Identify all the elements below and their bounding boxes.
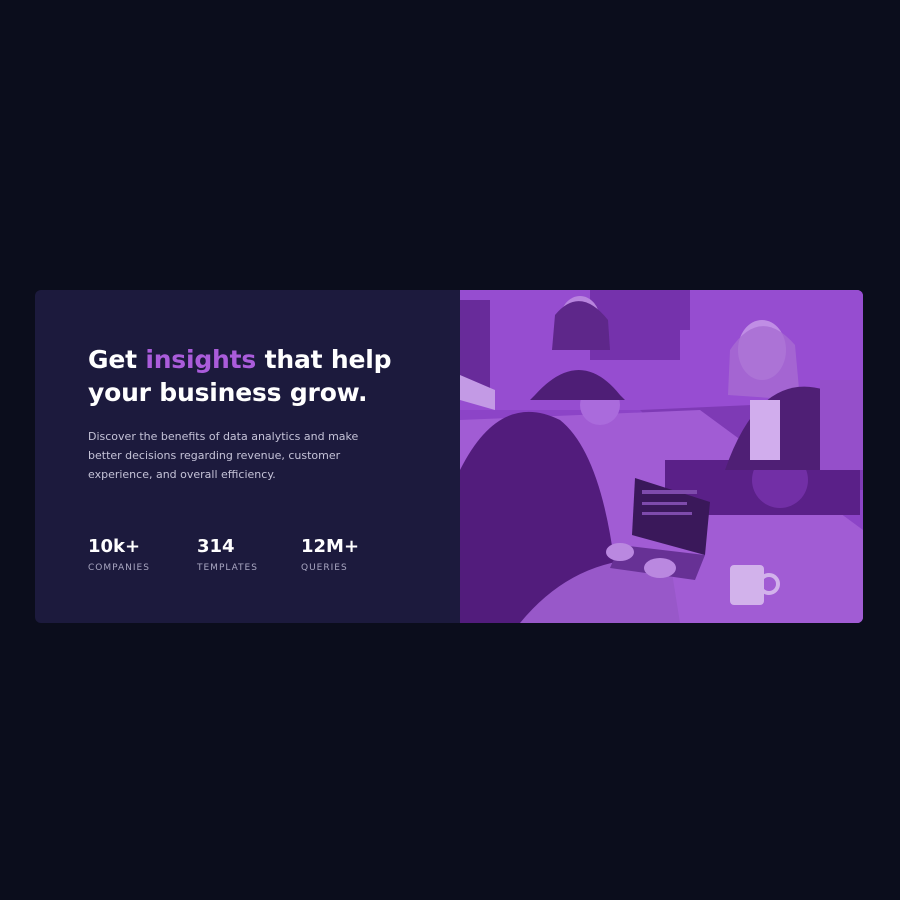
headline-accent: insights bbox=[145, 345, 257, 374]
stats-list: 10k+ COMPANIES 314 TEMPLATES 12M+ QUERIE… bbox=[88, 535, 381, 573]
headline-start: Get bbox=[88, 345, 146, 374]
stat-label: TEMPLATES bbox=[197, 563, 258, 573]
stat-label: COMPANIES bbox=[88, 563, 150, 573]
stat-companies: 10k+ COMPANIES bbox=[88, 535, 197, 573]
stat-value: 10k+ bbox=[88, 536, 141, 557]
office-photo-illustration bbox=[460, 290, 863, 623]
description: Discover the benefits of data analytics … bbox=[88, 430, 359, 481]
stats-preview-card: Get insights that help your business gro… bbox=[35, 290, 863, 623]
header-image bbox=[460, 290, 863, 623]
image-color-overlay bbox=[460, 290, 863, 623]
card-content: Get insights that help your business gro… bbox=[35, 290, 460, 623]
headline: Get insights that help your business gro… bbox=[88, 343, 428, 409]
stat-templates: 314 TEMPLATES bbox=[197, 535, 301, 573]
stat-value: 12M+ bbox=[301, 536, 360, 557]
stat-label: QUERIES bbox=[301, 563, 348, 573]
stat-queries: 12M+ QUERIES bbox=[301, 535, 381, 573]
stat-value: 314 bbox=[197, 536, 235, 557]
